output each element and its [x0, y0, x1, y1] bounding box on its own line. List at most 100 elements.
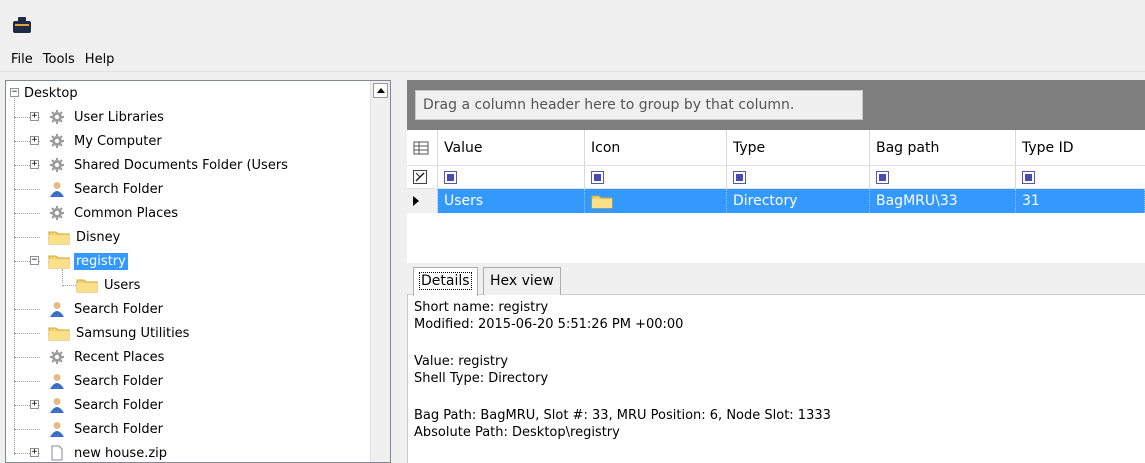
tab-strip: Details Hex view: [407, 263, 1145, 296]
grid-header: Value Icon Type Bag path Type ID: [407, 130, 1145, 166]
cell-type-id: 31: [1016, 189, 1145, 213]
folder-icon: [591, 195, 613, 209]
tree-item[interactable]: + Search Folder: [6, 393, 366, 417]
cell-value: Users: [438, 189, 585, 213]
column-header-bag-path[interactable]: Bag path: [870, 130, 1016, 165]
filter-icon: [1022, 170, 1035, 184]
tree-item-label: Search Folder: [74, 397, 163, 413]
tree-item-label: new house.zip: [74, 445, 168, 461]
detail-short-name: Short name: registry: [414, 300, 549, 315]
column-header-type-id[interactable]: Type ID: [1016, 130, 1145, 165]
tree-item[interactable]: Search Folder: [6, 369, 366, 393]
tree-item-label: Samsung Utilities: [76, 325, 190, 341]
app-icon: [13, 17, 31, 33]
expand-icon[interactable]: +: [30, 448, 39, 457]
tree-item-label: Search Folder: [74, 373, 163, 389]
expand-icon[interactable]: +: [30, 400, 39, 409]
filter-icon: [591, 170, 604, 184]
tree-item[interactable]: Samsung Utilities: [6, 321, 366, 345]
tree-item-desktop[interactable]: − Desktop: [6, 81, 366, 105]
filter-bag-path[interactable]: [870, 166, 1016, 188]
tree-item-label: registry: [74, 252, 128, 270]
grid-area: Drag a column header here to group by th…: [407, 80, 1145, 263]
tree-connector: [62, 285, 76, 286]
row-pointer-icon: [413, 196, 419, 206]
filter-row: [407, 166, 1145, 189]
filter-type[interactable]: [727, 166, 870, 188]
clear-filter-button[interactable]: [407, 166, 438, 188]
tree-item-label: Recent Places: [74, 349, 165, 365]
tree-item[interactable]: + Shared Documents Folder (Users: [6, 153, 366, 177]
filter-icon: [876, 170, 889, 184]
tree-connector: [14, 237, 40, 238]
tree-item-label: Search Folder: [74, 421, 163, 437]
menu-bar: File Tools Help: [0, 48, 1145, 72]
filter-value[interactable]: [438, 166, 585, 188]
tree-item-label: Disney: [76, 229, 121, 245]
detail-modified: Modified: 2015-06-20 5:51:26 PM +00:00: [414, 317, 684, 332]
menu-file[interactable]: File: [6, 52, 38, 67]
details-pane: Short name: registry Modified: 2015-06-2…: [407, 295, 1145, 463]
detail-shell-type: Shell Type: Directory: [414, 371, 549, 386]
tab-label: Hex view: [490, 273, 554, 289]
folder-tree[interactable]: − Desktop + User Libraries + My Computer + Sh…: [5, 80, 391, 463]
grid-empty-space: [407, 213, 1145, 263]
filter-icon: [444, 170, 457, 184]
tree-item[interactable]: − registry: [6, 249, 366, 273]
filter-icon-column[interactable]: [585, 166, 727, 188]
group-by-hint: Drag a column header here to group by th…: [415, 90, 863, 120]
tree-item-label: Shared Documents Folder (Users: [74, 157, 288, 173]
tree-item[interactable]: + new house.zip: [6, 441, 366, 462]
tree-item-label: Common Places: [74, 205, 179, 221]
group-by-panel[interactable]: Drag a column header here to group by th…: [407, 80, 1145, 130]
tree-connector: [14, 357, 40, 358]
title-bar: [0, 0, 1145, 48]
tree-item-label: Desktop: [24, 85, 78, 101]
clear-filter-icon: [413, 170, 427, 184]
tree-item[interactable]: + User Libraries: [6, 105, 366, 129]
panel-splitter[interactable]: [391, 80, 407, 463]
tree-item[interactable]: + My Computer: [6, 129, 366, 153]
detail-absolute-path: Absolute Path: Desktop\registry: [414, 425, 620, 440]
column-chooser-button[interactable]: [407, 130, 438, 165]
tree-item[interactable]: Search Folder: [6, 177, 366, 201]
table-row[interactable]: Users Directory BagMRU\33 31: [407, 189, 1145, 213]
collapse-icon[interactable]: −: [10, 88, 19, 97]
menu-tools[interactable]: Tools: [38, 52, 80, 67]
tree-item[interactable]: Disney: [6, 225, 366, 249]
filter-type-id[interactable]: [1016, 166, 1145, 188]
menu-help[interactable]: Help: [80, 52, 120, 67]
cell-type: Directory: [727, 189, 870, 213]
tree-item[interactable]: Common Places: [6, 201, 366, 225]
detail-bag-path: Bag Path: BagMRU, Slot #: 33, MRU Positi…: [414, 408, 831, 423]
tree-connector: [14, 213, 40, 214]
tree-item[interactable]: Search Folder: [6, 417, 366, 441]
scroll-up-arrow-icon[interactable]: [373, 83, 388, 98]
expand-icon[interactable]: +: [30, 136, 39, 145]
column-header-value[interactable]: Value: [438, 130, 585, 165]
expand-icon[interactable]: +: [30, 160, 39, 169]
column-header-type[interactable]: Type: [727, 130, 870, 165]
tree-item-label: Search Folder: [74, 301, 163, 317]
tree-item[interactable]: Recent Places: [6, 345, 366, 369]
column-header-icon[interactable]: Icon: [585, 130, 727, 165]
row-indicator: [407, 189, 438, 213]
tree-connector: [14, 309, 40, 310]
tab-details[interactable]: Details: [413, 267, 478, 296]
column-chooser-icon: [413, 141, 429, 154]
tree-item[interactable]: Search Folder: [6, 297, 366, 321]
tab-hex-view[interactable]: Hex view: [483, 267, 561, 295]
tree-scrollbar[interactable]: [370, 81, 390, 462]
tree-item-label: Search Folder: [74, 181, 163, 197]
filter-icon: [733, 170, 746, 184]
collapse-icon[interactable]: −: [30, 256, 39, 265]
tree-connector: [14, 189, 40, 190]
cell-icon: [585, 189, 727, 213]
tab-label: Details: [419, 272, 472, 290]
expand-icon[interactable]: +: [30, 112, 39, 121]
tree-connector: [14, 333, 40, 334]
tree-item[interactable]: Users: [6, 273, 366, 297]
tree-item-label: Users: [104, 277, 141, 293]
cell-bag-path: BagMRU\33: [870, 189, 1016, 213]
data-grid[interactable]: Value Icon Type Bag path Type ID Users D…: [407, 130, 1145, 263]
